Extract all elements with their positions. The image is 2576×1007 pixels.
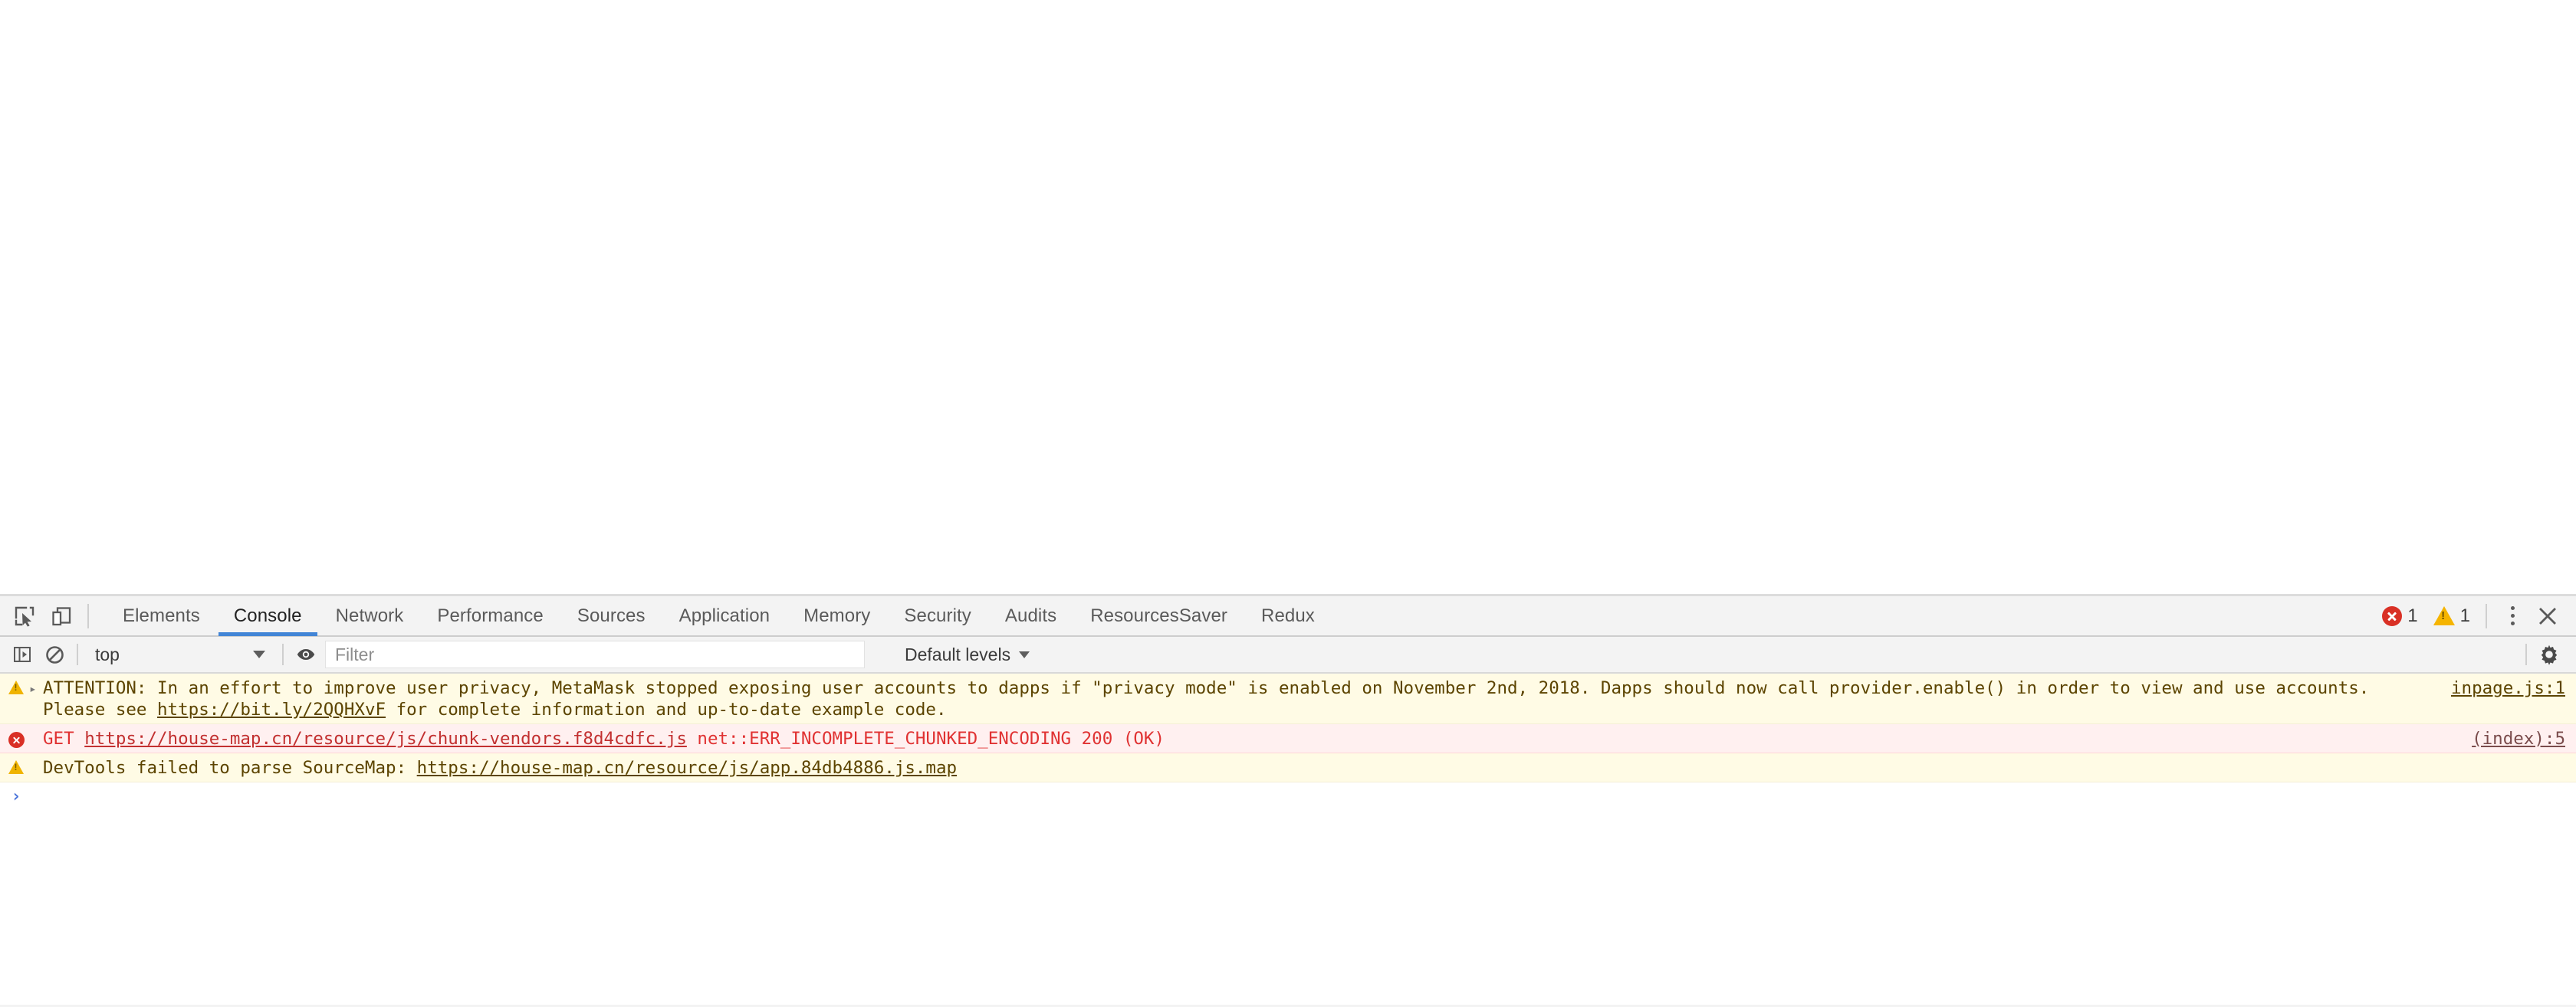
panel-tabs: Elements Console Network Performance Sou…: [106, 595, 1332, 636]
eye-icon[interactable]: [290, 638, 322, 671]
error-circle-icon: [2382, 606, 2402, 626]
message-text-part: DevTools failed to parse SourceMap:: [43, 758, 417, 778]
tab-application[interactable]: Application: [662, 595, 787, 636]
warning-count-badge[interactable]: 1: [2433, 605, 2475, 627]
tab-audits[interactable]: Audits: [988, 595, 1073, 636]
message-link[interactable]: https://bit.ly/2QQHXvF: [157, 700, 386, 720]
kebab-menu-icon[interactable]: [2495, 599, 2530, 634]
toolbar-divider: [2525, 644, 2527, 665]
message-link[interactable]: https://house-map.cn/resource/js/app.84d…: [417, 758, 957, 778]
message-expander-spacer: [29, 757, 43, 758]
message-link[interactable]: https://house-map.cn/resource/js/chunk-v…: [84, 729, 687, 749]
warning-count-value: 1: [2460, 605, 2470, 627]
tab-elements[interactable]: Elements: [106, 595, 217, 636]
error-count-value: 1: [2407, 605, 2417, 627]
console-toolbar-right: [2519, 636, 2576, 673]
filter-input[interactable]: [325, 641, 865, 668]
warning-triangle-icon: [2433, 606, 2455, 625]
close-icon[interactable]: [2530, 599, 2565, 634]
console-prompt-input[interactable]: [29, 787, 2576, 807]
tab-redux[interactable]: Redux: [1244, 595, 1332, 636]
error-circle-icon: [3, 728, 29, 748]
tab-performance[interactable]: Performance: [420, 595, 560, 636]
prompt-chevron-icon: ›: [3, 787, 29, 807]
console-prompt-row[interactable]: ›: [0, 782, 2576, 818]
tab-memory[interactable]: Memory: [787, 595, 887, 636]
toolbar-divider: [282, 644, 284, 665]
console-message-text: GET https://house-map.cn/resource/js/chu…: [43, 728, 2472, 750]
devtools-tabstrip: Elements Console Network Performance Sou…: [0, 596, 2576, 637]
console-message-warning[interactable]: ▸ ATTENTION: In an effort to improve use…: [0, 674, 2576, 724]
warning-triangle-icon: [3, 757, 29, 774]
message-expander[interactable]: ▸: [29, 677, 43, 700]
execution-context-select[interactable]: top: [84, 638, 276, 671]
message-source-link[interactable]: (index):5: [2472, 728, 2576, 750]
tab-resourcessaver[interactable]: ResourcesSaver: [1073, 595, 1244, 636]
console-message-text: ATTENTION: In an effort to improve user …: [43, 677, 2451, 720]
toolbar-divider: [87, 604, 89, 628]
toolbar-divider: [2486, 604, 2487, 628]
message-text-part: net::ERR_INCOMPLETE_CHUNKED_ENCODING 200…: [687, 729, 1165, 749]
message-expander-spacer: [29, 728, 43, 729]
console-message-text: DevTools failed to parse SourceMap: http…: [43, 757, 2565, 779]
chevron-down-icon: [1019, 651, 1030, 658]
toolbar-divider: [77, 644, 78, 665]
console-message-error[interactable]: GET https://house-map.cn/resource/js/chu…: [0, 724, 2576, 753]
message-text-part: GET: [43, 729, 84, 749]
tabstrip-right-controls: 1 1: [2382, 595, 2576, 636]
device-toggle-icon[interactable]: [43, 598, 80, 635]
chevron-down-icon: [253, 651, 265, 658]
page-viewport: [0, 0, 2576, 594]
message-source-link[interactable]: inpage.js:1: [2451, 677, 2576, 699]
tab-sources[interactable]: Sources: [560, 595, 662, 636]
log-levels-label: Default levels: [905, 645, 1010, 665]
error-count-badge[interactable]: 1: [2382, 605, 2422, 627]
warning-triangle-icon: [3, 677, 29, 694]
tab-network[interactable]: Network: [319, 595, 421, 636]
devtools-panel: Elements Console Network Performance Sou…: [0, 594, 2576, 1007]
console-message-warning[interactable]: DevTools failed to parse SourceMap: http…: [0, 753, 2576, 782]
execution-context-value: top: [95, 645, 120, 665]
tab-console[interactable]: Console: [217, 595, 319, 636]
console-message-list[interactable]: ▸ ATTENTION: In an effort to improve use…: [0, 674, 2576, 1005]
tab-security[interactable]: Security: [887, 595, 988, 636]
console-sidebar-icon[interactable]: [6, 638, 38, 671]
log-levels-select[interactable]: Default levels: [905, 638, 1030, 671]
gear-icon[interactable]: [2533, 638, 2565, 671]
message-text-part: for complete information and up-to-date …: [386, 700, 947, 720]
clear-console-icon[interactable]: [38, 638, 71, 671]
console-toolbar: top Default levels: [0, 637, 2576, 674]
inspect-cursor-icon[interactable]: [6, 598, 43, 635]
